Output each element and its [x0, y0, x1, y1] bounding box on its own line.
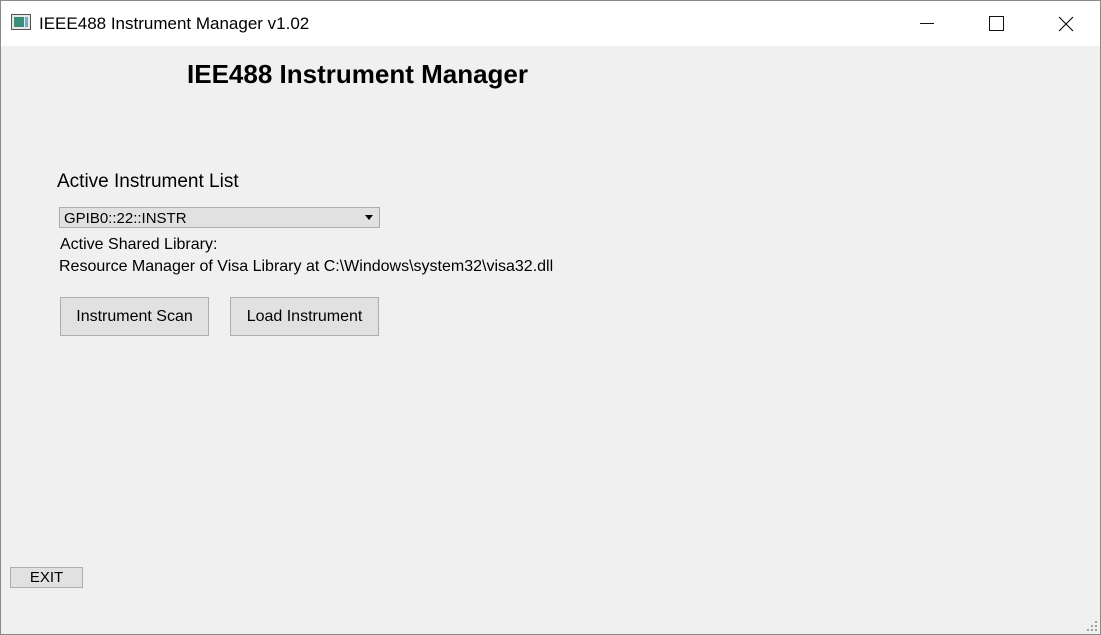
app-icon	[11, 14, 31, 30]
instrument-list-label: Active Instrument List	[57, 171, 239, 192]
shared-library-path: Resource Manager of Visa Library at C:\W…	[59, 258, 554, 275]
minimize-button[interactable]	[892, 1, 962, 46]
close-icon	[1058, 16, 1074, 32]
instrument-scan-button[interactable]: Instrument Scan	[60, 297, 209, 336]
app-window: IEEE488 Instrument Manager v1.02 IEE488 …	[0, 0, 1101, 635]
maximize-button[interactable]	[961, 1, 1031, 46]
load-instrument-button[interactable]: Load Instrument	[230, 297, 379, 336]
close-button[interactable]	[1031, 1, 1101, 46]
resize-grip-icon[interactable]	[1085, 619, 1097, 631]
page-title: IEE488 Instrument Manager	[187, 59, 528, 89]
chevron-down-icon	[365, 215, 373, 220]
selected-instrument: GPIB0::22::INSTR	[64, 210, 187, 227]
shared-library-label: Active Shared Library:	[60, 236, 218, 253]
window-title: IEEE488 Instrument Manager v1.02	[39, 14, 310, 33]
minimize-icon	[920, 23, 934, 24]
title-bar[interactable]: IEEE488 Instrument Manager v1.02	[1, 1, 1100, 46]
instrument-select[interactable]: GPIB0::22::INSTR	[59, 207, 380, 228]
exit-button[interactable]: EXIT	[10, 567, 83, 588]
maximize-icon	[988, 16, 1004, 31]
